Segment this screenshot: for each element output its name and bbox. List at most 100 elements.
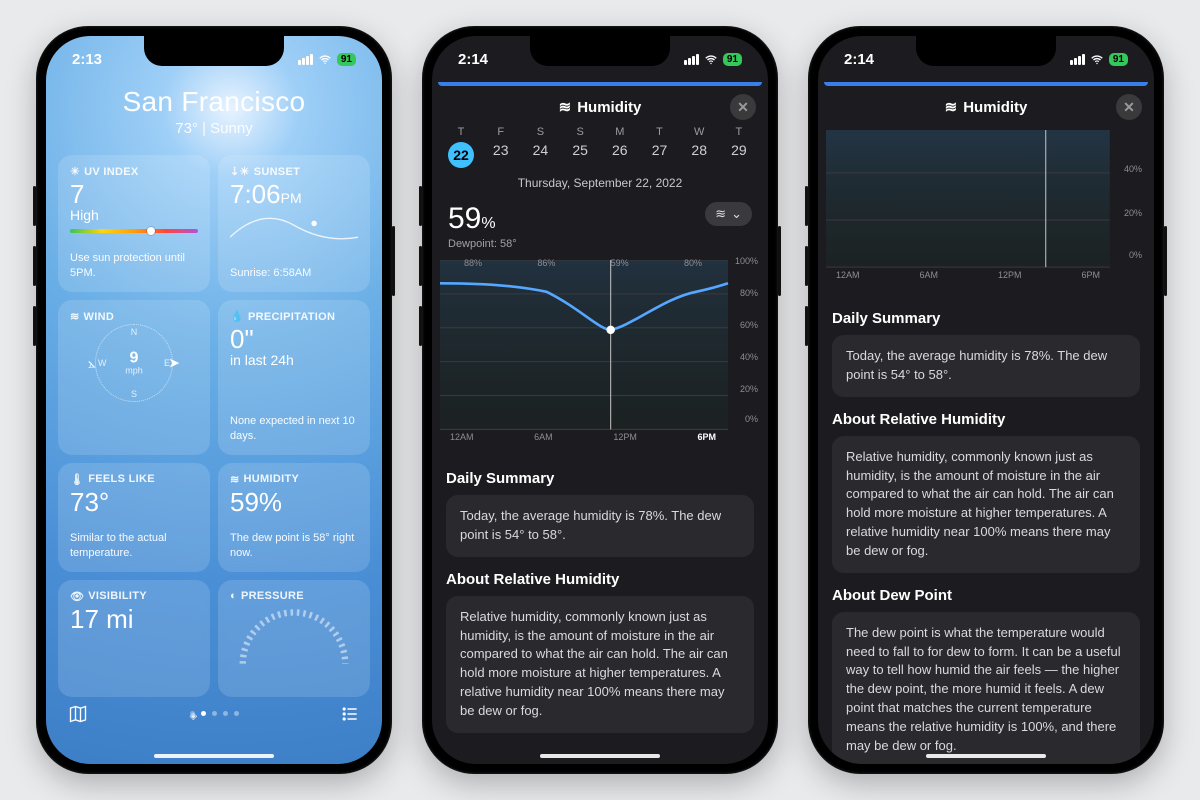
notch <box>144 36 284 66</box>
humidity-icon: ≋ <box>715 206 726 222</box>
phone-humidity-about: 2:14 91 ≋Humidity ✕ <box>808 26 1164 774</box>
uv-footer: Use sun protection until 5PM. <box>70 251 198 280</box>
date-col[interactable]: T22 <box>446 126 476 168</box>
precip-value: 0" <box>230 325 358 354</box>
home-indicator[interactable] <box>926 754 1046 758</box>
wind-unit: mph <box>125 367 143 376</box>
battery-badge: 91 <box>337 53 356 66</box>
home-indicator[interactable] <box>154 754 274 758</box>
gauge-icon: ◐ <box>230 590 237 602</box>
clock: 2:13 <box>72 51 102 68</box>
sunrise-text: Sunrise: 6:58AM <box>230 266 358 280</box>
close-button[interactable]: ✕ <box>730 94 756 120</box>
detail-scroll[interactable]: Daily Summary Today, the average humidit… <box>818 296 1154 764</box>
about-rh-section: About Relative Humidity Relative humidit… <box>446 571 754 733</box>
tile-wind[interactable]: ≋WIND NSEW ⦛➤ 9mph <box>58 300 210 455</box>
battery-badge: 91 <box>1109 53 1128 66</box>
date-selector[interactable]: T22 F23 S24 S25 M26 T27 W28 T29 <box>432 126 768 168</box>
section-heading: About Relative Humidity <box>446 571 754 588</box>
detail-header: ≋ Humidity ✕ <box>432 90 768 126</box>
summary-card: Today, the average humidity is 78%. The … <box>446 495 754 557</box>
section-heading: About Relative Humidity <box>832 411 1140 428</box>
cell-signal-icon <box>1070 54 1085 65</box>
grabber[interactable] <box>438 82 762 86</box>
about-rh-card: Relative humidity, commonly known just a… <box>832 436 1140 573</box>
humidity-icon: ≋ <box>230 473 240 486</box>
cell-signal-icon <box>684 54 699 65</box>
date-col[interactable]: M26 <box>605 126 635 168</box>
tile-precipitation[interactable]: 💧PRECIPITATION 0" in last 24h None expec… <box>218 300 370 455</box>
wifi-icon <box>318 51 332 68</box>
uv-value: 7 <box>70 180 198 209</box>
sunset-time: 7:06 <box>230 179 281 209</box>
section-heading: Daily Summary <box>446 470 754 487</box>
tile-feels-like[interactable]: 🌡 FEELS LIKE 73° Similar to the actual te… <box>58 463 210 572</box>
list-button[interactable] <box>340 703 360 724</box>
wifi-icon <box>704 51 718 68</box>
page-dots[interactable]: ◈ <box>190 711 239 716</box>
location-header: San Francisco 73° | Sunny <box>58 86 370 137</box>
tile-sunset[interactable]: ⇣☀︎SUNSET 7:06PM Sunrise: 6:58AM <box>218 155 370 292</box>
sun-curve <box>230 213 358 243</box>
feels-footer: Similar to the actual temperature. <box>70 531 198 560</box>
wind-compass: NSEW ⦛➤ 9mph <box>70 323 198 403</box>
eye-icon: 👁 <box>70 590 84 603</box>
detail-header: ≋Humidity ✕ <box>818 90 1154 126</box>
detail-scroll[interactable]: Daily Summary Today, the average humidit… <box>432 456 768 764</box>
cell-signal-icon <box>298 54 313 65</box>
section-heading: Daily Summary <box>832 310 1140 327</box>
notch <box>530 36 670 66</box>
about-dp-card: The dew point is what the temperature wo… <box>832 612 1140 764</box>
feels-value: 73° <box>70 488 198 517</box>
weather-screen: 2:13 91 San Francisco 73° | Sunny ☀︎UV I… <box>46 36 382 764</box>
tile-label: SUNSET <box>254 166 300 178</box>
detail-title: Humidity <box>963 99 1027 116</box>
tile-uv-index[interactable]: ☀︎UV INDEX 7 High Use sun protection unt… <box>58 155 210 292</box>
tile-label: PRESSURE <box>241 590 304 602</box>
phone-humidity-detail: 2:14 91 ≋Humidity ✕ T22F23S24S25M26T27W2… <box>422 26 778 774</box>
weather-tiles: ☀︎UV INDEX 7 High Use sun protection unt… <box>58 155 370 697</box>
date-col[interactable]: T27 <box>645 126 675 168</box>
date-col[interactable]: T29 <box>724 126 754 168</box>
conditions: 73° | Sunny <box>58 120 370 137</box>
daily-summary-section: Daily Summary Today, the average humidit… <box>832 310 1140 397</box>
sunset-ampm: PM <box>281 190 302 206</box>
tile-humidity[interactable]: ≋HUMIDITY 59% The dew point is 58° right… <box>218 463 370 572</box>
date-col[interactable]: S25 <box>565 126 595 168</box>
full-date: Thursday, September 22, 2022 <box>432 176 768 190</box>
humidity-value: 59% <box>230 488 358 517</box>
tile-visibility[interactable]: 👁VISIBILITY 17 mi <box>58 580 210 697</box>
daily-summary-section: Daily Summary Today, the average humidit… <box>446 470 754 557</box>
humidity-current: 59 <box>448 202 481 235</box>
date-col[interactable]: W28 <box>684 126 714 168</box>
tile-pressure[interactable]: ◐ PRESSURE <box>218 580 370 697</box>
battery-badge: 91 <box>723 53 742 66</box>
home-indicator[interactable] <box>540 754 660 758</box>
phone-weather-main: 2:13 91 San Francisco 73° | Sunny ☀︎UV I… <box>36 26 392 774</box>
chevron-down-icon: ⌄ <box>731 206 742 222</box>
droplet-icon: 💧 <box>230 310 244 323</box>
status-right: 91 <box>298 51 356 68</box>
uv-scale <box>70 229 198 233</box>
humidity-detail-screen: 2:14 91 ≋Humidity ✕ T22F23S24S25M26T27W2… <box>432 36 768 764</box>
date-col[interactable]: S24 <box>525 126 555 168</box>
grabber[interactable] <box>824 82 1148 86</box>
map-button[interactable] <box>68 703 88 724</box>
humidity-about-screen: 2:14 91 ≋Humidity ✕ <box>818 36 1154 764</box>
humidity-chart[interactable]: 88%86%59%80% 100% 80% 60% 40% <box>440 260 760 440</box>
date-col[interactable]: F23 <box>486 126 516 168</box>
summary-card: Today, the average humidity is 78%. The … <box>832 335 1140 397</box>
clock: 2:14 <box>844 51 874 68</box>
detail-title: Humidity <box>577 99 641 116</box>
notch <box>916 36 1056 66</box>
precip-footer: None expected in next 10 days. <box>230 414 358 443</box>
visibility-value: 17 mi <box>70 605 198 634</box>
tile-label: FEELS LIKE <box>88 473 155 485</box>
metric-picker[interactable]: ≋⌄ <box>705 202 752 226</box>
humidity-chart-mini[interactable]: 40% 20% 0% 12AM6AM12PM6PM <box>826 130 1146 280</box>
humidity-footer: The dew point is 58° right now. <box>230 531 358 560</box>
close-button[interactable]: ✕ <box>1116 94 1142 120</box>
humidity-icon: ≋ <box>559 98 572 116</box>
tile-label: UV INDEX <box>84 166 138 178</box>
thermometer-icon: 🌡 <box>70 473 84 486</box>
